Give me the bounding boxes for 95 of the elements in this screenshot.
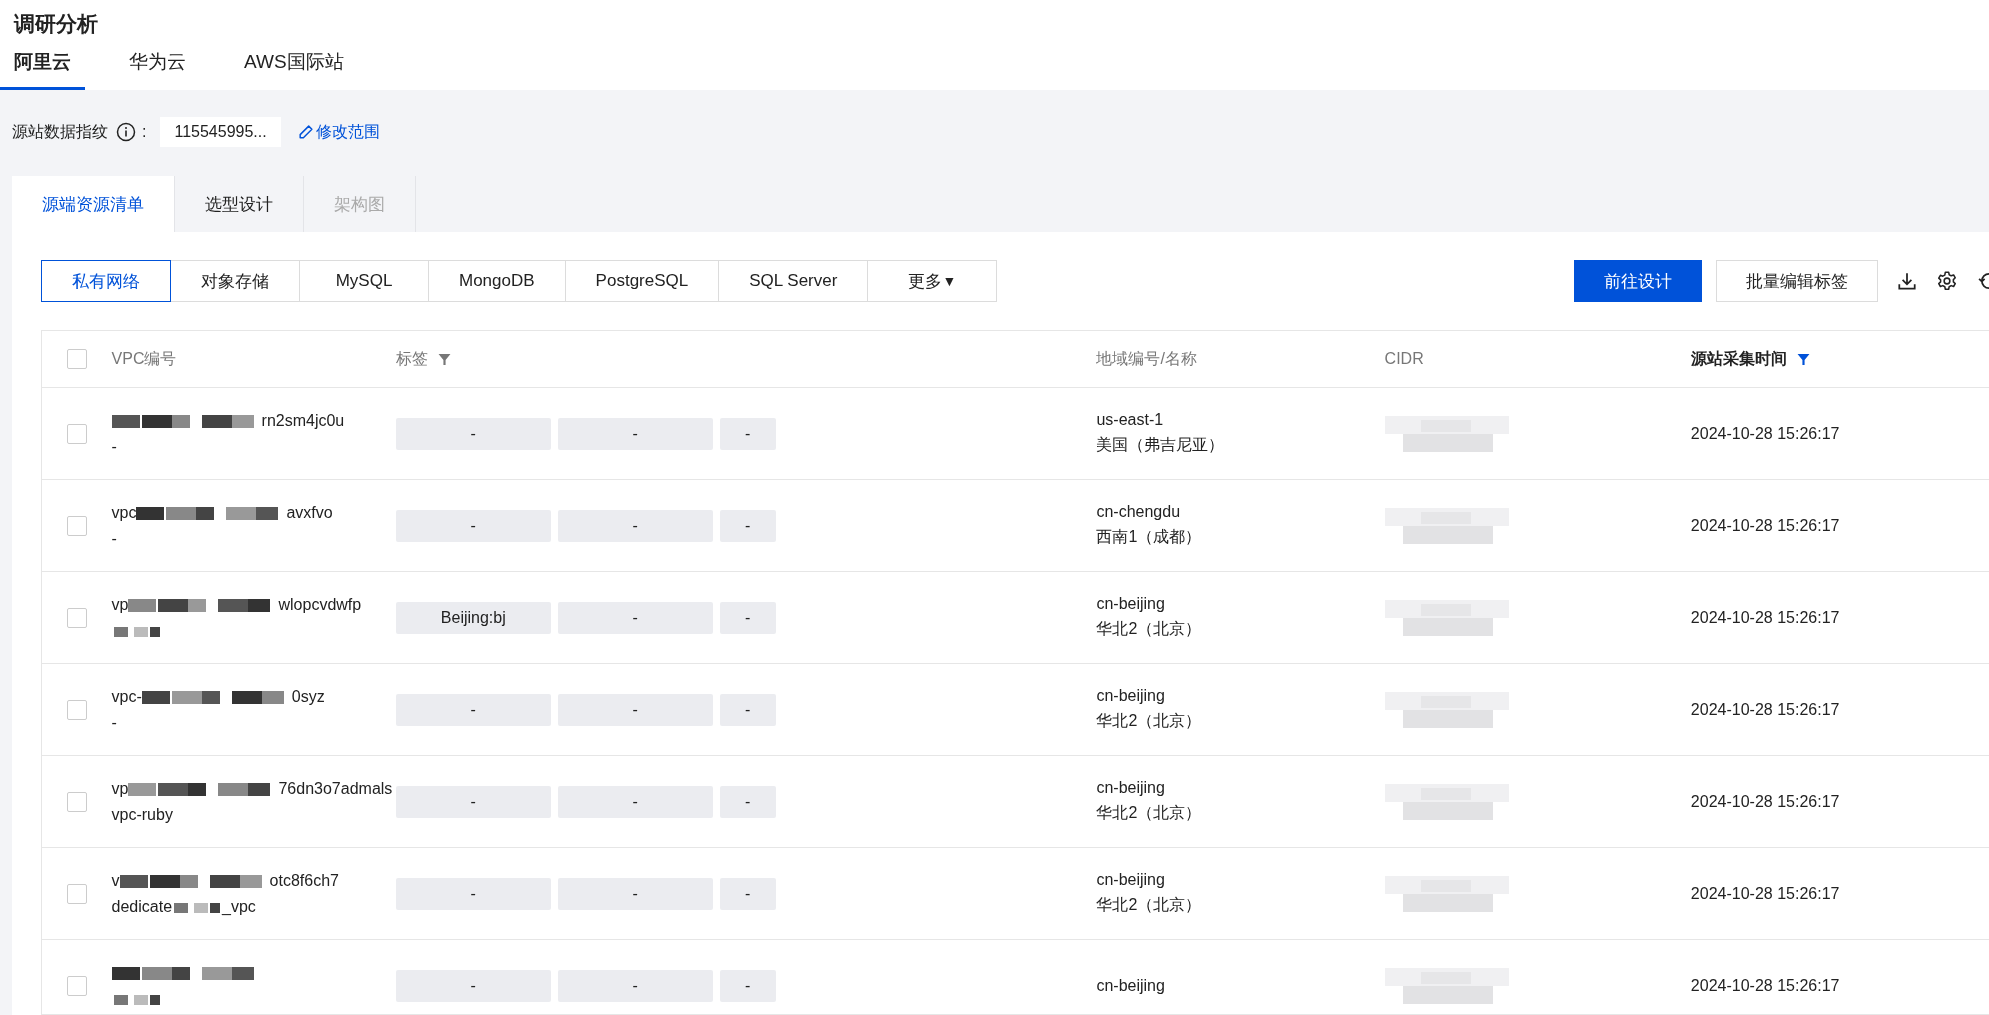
vpc-id-suffix: otc8f6ch7	[269, 871, 339, 890]
tag-chip: -	[395, 877, 551, 910]
region-name: 西南1（成都）	[1096, 527, 1202, 548]
region-code: us-east-1	[1096, 411, 1164, 430]
info-icon[interactable]	[116, 122, 136, 142]
tag-chip: Beijing:bj	[395, 601, 551, 634]
tag-chip: -	[557, 693, 713, 726]
tag-chip: -	[557, 601, 713, 634]
tag-chip: -	[719, 877, 776, 910]
vpc-name: -	[111, 437, 117, 456]
tag-chip: -	[719, 509, 776, 542]
column-header: 标签	[395, 348, 428, 369]
row-checkbox[interactable]	[66, 423, 87, 444]
collection-time: 2024-10-28 15:26:17	[1690, 516, 1840, 535]
resource-type-button[interactable]: PostgreSQL	[564, 260, 720, 302]
vpc-id-suffix: 76dn3o7admals	[278, 779, 393, 798]
tag-chip: -	[557, 417, 713, 450]
tag-chip: -	[719, 417, 776, 450]
tag-chip: -	[557, 969, 713, 1002]
row-checkbox[interactable]	[66, 607, 87, 628]
vpc-name: vpc-ruby	[111, 805, 173, 824]
resource-type-button[interactable]: MongoDB	[428, 260, 566, 302]
fingerprint-label: 源站数据指纹	[12, 121, 108, 142]
row-checkbox[interactable]	[66, 791, 87, 812]
view-tab[interactable]: 源端资源清单	[12, 176, 175, 232]
row-checkbox[interactable]	[66, 883, 87, 904]
vpc-id-suffix: wlopcvdwfp	[278, 595, 362, 614]
region-code: cn-beijing	[1096, 687, 1165, 706]
region-code: cn-chengdu	[1096, 503, 1181, 522]
refresh-icon[interactable]	[1978, 270, 1989, 292]
tag-chip: -	[719, 785, 776, 818]
resource-type-button[interactable]: 对象存储	[170, 260, 300, 302]
filter-icon[interactable]	[437, 352, 451, 366]
collection-time: 2024-10-28 15:26:17	[1690, 792, 1840, 811]
vpc-id-suffix: avxfvo	[286, 503, 333, 522]
column-header: 地域编号/名称	[1096, 348, 1197, 369]
cloud-tab[interactable]: AWS国际站	[230, 49, 358, 90]
cloud-tab[interactable]: 华为云	[115, 49, 200, 90]
collection-time: 2024-10-28 15:26:17	[1690, 976, 1840, 995]
batch-edit-tags-button[interactable]: 批量编辑标签	[1716, 260, 1878, 302]
vpc-id-prefix: vpc-	[111, 687, 142, 706]
select-all-checkbox[interactable]	[66, 349, 87, 370]
colon: :	[142, 123, 147, 141]
row-checkbox[interactable]	[66, 699, 87, 720]
vpc-id-prefix: vpc	[111, 503, 137, 522]
tag-chip: -	[557, 509, 713, 542]
resource-type-button[interactable]: 私有网络	[41, 260, 171, 302]
vpc-name: -	[111, 713, 117, 732]
tag-chip: -	[395, 509, 551, 542]
resource-type-button[interactable]: MySQL	[299, 260, 429, 302]
row-checkbox[interactable]	[66, 975, 87, 996]
region-name: 华北2（北京）	[1096, 711, 1202, 732]
go-design-button[interactable]: 前往设计	[1574, 260, 1702, 302]
vpc-id-prefix: vp	[111, 595, 129, 614]
collection-time: 2024-10-28 15:26:17	[1690, 424, 1840, 443]
region-code: cn-beijing	[1096, 871, 1165, 890]
resource-type-button[interactable]: 更多▼	[867, 260, 998, 302]
tag-chip: -	[395, 693, 551, 726]
vpc-name: -	[111, 529, 117, 548]
tag-chip: -	[395, 785, 551, 818]
vpc-id-prefix: v	[111, 871, 120, 890]
vpc-name-suffix: _vpc	[222, 897, 256, 916]
column-header: 源站采集时间	[1690, 348, 1787, 369]
region-name: 华北2（北京）	[1096, 895, 1202, 916]
collection-time: 2024-10-28 15:26:17	[1690, 700, 1840, 719]
region-name: 华北2（北京）	[1096, 619, 1202, 640]
tag-chip: -	[395, 969, 551, 1002]
vpc-id-suffix: 0syz	[291, 687, 325, 706]
collection-time: 2024-10-28 15:26:17	[1690, 884, 1840, 903]
row-checkbox[interactable]	[66, 515, 87, 536]
column-header: VPC编号	[111, 348, 177, 369]
edit-range-link[interactable]: 修改范围	[296, 121, 380, 143]
vpc-id-suffix: rn2sm4jc0u	[261, 411, 345, 430]
region-name: 美国（弗吉尼亚）	[1096, 435, 1225, 456]
tag-chip: -	[719, 969, 776, 1002]
tag-chip: -	[557, 877, 713, 910]
resource-type-button[interactable]: SQL Server	[718, 260, 869, 302]
page-title: 调研分析	[12, 11, 99, 37]
vpc-id-prefix: vp	[111, 779, 129, 798]
filter-icon[interactable]	[1796, 352, 1810, 366]
region-code: cn-beijing	[1096, 976, 1165, 995]
tag-chip: -	[719, 693, 776, 726]
region-name: 华北2（北京）	[1096, 803, 1202, 824]
tag-chip: -	[719, 601, 776, 634]
collection-time: 2024-10-28 15:26:17	[1690, 608, 1840, 627]
fingerprint-value: 115545995...	[160, 117, 281, 147]
column-header: CIDR	[1384, 350, 1424, 369]
tag-chip: -	[395, 417, 551, 450]
tag-chip: -	[557, 785, 713, 818]
region-code: cn-beijing	[1096, 595, 1165, 614]
vpc-name: dedicate	[111, 897, 173, 916]
region-code: cn-beijing	[1096, 779, 1165, 798]
pencil-icon[interactable]	[296, 123, 314, 141]
settings-icon[interactable]	[1936, 270, 1958, 292]
download-icon[interactable]	[1896, 270, 1918, 292]
